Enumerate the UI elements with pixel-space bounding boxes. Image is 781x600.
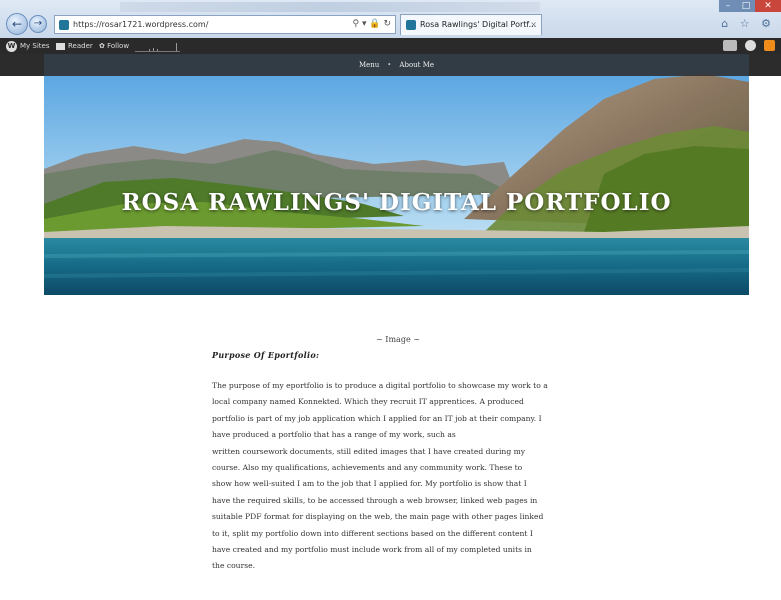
menu-item-menu[interactable]: Menu xyxy=(359,61,379,69)
wordpress-favicon-icon xyxy=(59,19,69,30)
avatar-icon[interactable] xyxy=(745,40,756,51)
address-tools[interactable]: ⚲ ▾ 🔒 ↻ xyxy=(353,16,391,33)
wordpress-favicon-icon xyxy=(406,19,416,30)
tab-active[interactable]: Rosa Rawlings' Digital Portf... × xyxy=(400,14,542,35)
site-header: Menu • About Me ROSA RAWLINGS' DIGITAL POR… xyxy=(44,54,749,295)
write-icon[interactable] xyxy=(723,40,737,51)
my-sites-link[interactable]: W My Sites xyxy=(6,38,50,54)
forward-arrow-icon[interactable]: → xyxy=(29,15,47,33)
follow-link[interactable]: ✿ Follow xyxy=(99,38,129,54)
notification-icon[interactable] xyxy=(764,40,775,51)
paragraph-line: portfolio is part of my job application … xyxy=(212,413,542,423)
paragraph-line: the course. xyxy=(212,561,256,571)
site-menu-bar: Menu • About Me xyxy=(44,54,749,76)
window-title-blurred xyxy=(120,2,540,12)
header-landscape-image xyxy=(44,54,749,295)
reader-label: Reader xyxy=(68,42,93,50)
paragraph-line: course. Also my qualifications, achievem… xyxy=(212,463,523,473)
menu-item-about-me[interactable]: About Me xyxy=(399,61,434,69)
paragraph-line: The purpose of my eportfolio is to produ… xyxy=(212,381,548,390)
maximize-button[interactable]: □ xyxy=(737,0,755,12)
body-paragraph: The purpose of my eportfolio is to produ… xyxy=(212,378,584,575)
stats-sparkline[interactable] xyxy=(135,43,180,52)
paragraph-line: suitable PDF format for displaying on th… xyxy=(212,512,544,522)
menu-bar-left-extension xyxy=(0,54,44,76)
address-url: https://rosar1721.wordpress.com/ xyxy=(73,20,209,29)
window-controls: – □ ✕ xyxy=(719,0,781,12)
paragraph-line: have created and my portfolio must inclu… xyxy=(212,545,532,555)
wp-admin-bar: W My Sites Reader ✿ Follow xyxy=(0,38,781,54)
tab-title: Rosa Rawlings' Digital Portf... xyxy=(420,20,537,29)
close-window-button[interactable]: ✕ xyxy=(755,0,781,12)
menu-bar-right-extension xyxy=(749,54,781,76)
image-placeholder-caption: ~ Image ~ xyxy=(376,335,420,344)
paragraph-line: have produced a portfolio that has a ran… xyxy=(212,430,456,440)
reader-icon xyxy=(56,42,65,50)
my-sites-label: My Sites xyxy=(20,42,50,50)
paragraph-line: local company named Konnekted. Which the… xyxy=(212,397,524,407)
minimize-button[interactable]: – xyxy=(719,0,737,12)
paragraph-line: to it, split my portfolio down into diff… xyxy=(212,528,533,538)
paragraph-line: written coursework documents, still edit… xyxy=(212,446,526,456)
back-arrow-icon[interactable]: ← xyxy=(6,13,28,35)
paragraph-line: show how well-suited I am to the job tha… xyxy=(212,479,527,489)
toolbar-icons[interactable]: ⌂ ☆ ⚙ xyxy=(721,17,775,30)
tab-close-icon[interactable]: × xyxy=(530,15,537,35)
menu-separator: • xyxy=(387,61,392,69)
browser-chrome: ← → https://rosar1721.wordpress.com/ ⚲ ▾… xyxy=(0,0,781,39)
address-bar[interactable]: https://rosar1721.wordpress.com/ ⚲ ▾ 🔒 ↻ xyxy=(54,15,396,34)
wordpress-logo-icon: W xyxy=(6,40,17,52)
reader-link[interactable]: Reader xyxy=(56,38,93,54)
section-heading: Purpose Of Eportfolio: xyxy=(212,350,320,360)
site-title[interactable]: ROSA RAWLINGS' DIGITAL PORTFOLIO xyxy=(44,189,749,217)
paragraph-line: have the required skills, to be accessed… xyxy=(212,495,538,505)
post-content: ~ Image ~ Purpose Of Eportfolio: The pur… xyxy=(212,335,584,575)
